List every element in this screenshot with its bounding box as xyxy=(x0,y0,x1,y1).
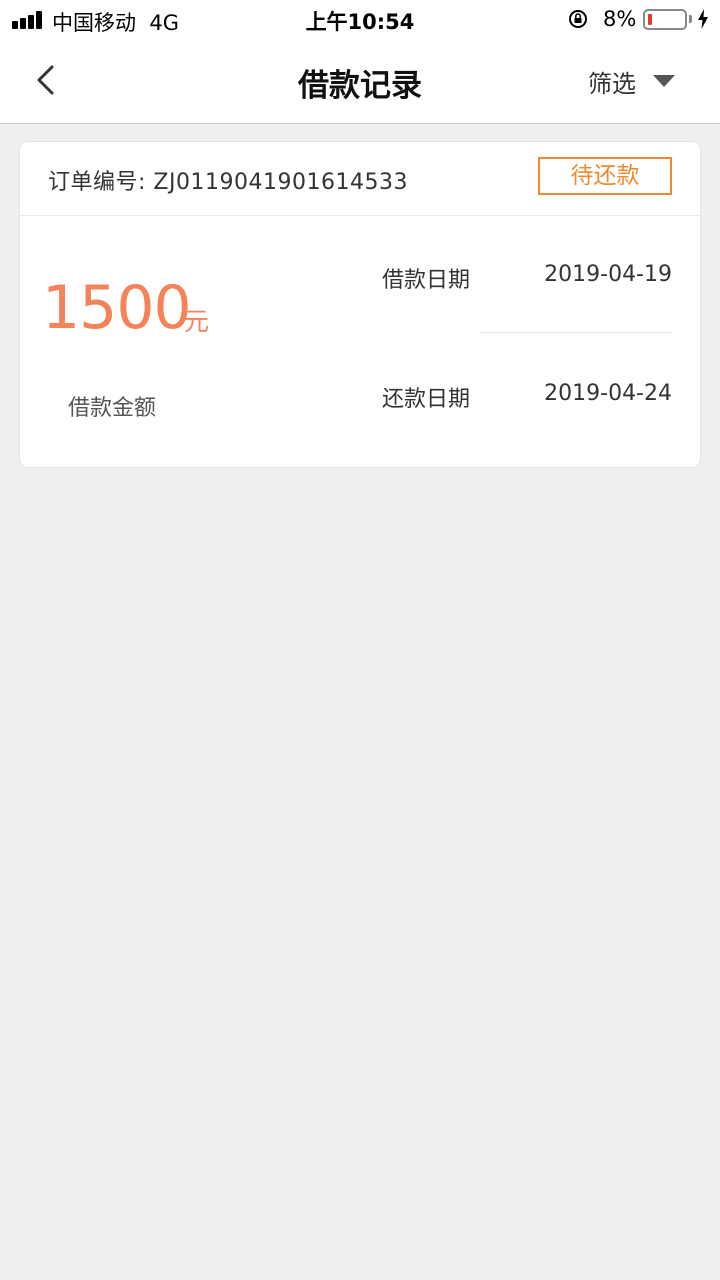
loan-amount-unit: 元 xyxy=(184,307,210,336)
repay-date-label: 还款日期 xyxy=(382,387,471,412)
repay-date-value: 2019-04-24 xyxy=(544,381,672,406)
order-number: 订单编号: ZJ0119041901614533 xyxy=(48,164,408,196)
battery-icon xyxy=(643,9,687,30)
loan-date-label: 借款日期 xyxy=(382,268,471,293)
loan-amount-value: 1500 xyxy=(42,273,192,343)
loan-record-card[interactable]: 订单编号: ZJ0119041901614533 待还款 1500 元 借款金额… xyxy=(20,142,700,467)
order-number-value: ZJ0119041901614533 xyxy=(153,170,408,195)
nav-bar: 借款记录 筛选 xyxy=(0,40,720,124)
loan-amount-label: 借款金额 xyxy=(68,396,157,421)
card-header: 订单编号: ZJ0119041901614533 待还款 xyxy=(20,142,700,216)
status-badge: 待还款 xyxy=(538,157,672,195)
divider xyxy=(480,332,672,333)
order-number-label: 订单编号: xyxy=(48,170,146,195)
battery-percent: 8% xyxy=(603,7,637,31)
filter-label: 筛选 xyxy=(588,70,636,98)
loan-date-value: 2019-04-19 xyxy=(544,262,672,287)
charging-icon xyxy=(698,9,708,29)
status-bar: 中国移动 4G 上午10:54 8% xyxy=(0,0,720,40)
chevron-down-icon xyxy=(653,75,675,87)
orientation-lock-icon xyxy=(569,10,587,28)
